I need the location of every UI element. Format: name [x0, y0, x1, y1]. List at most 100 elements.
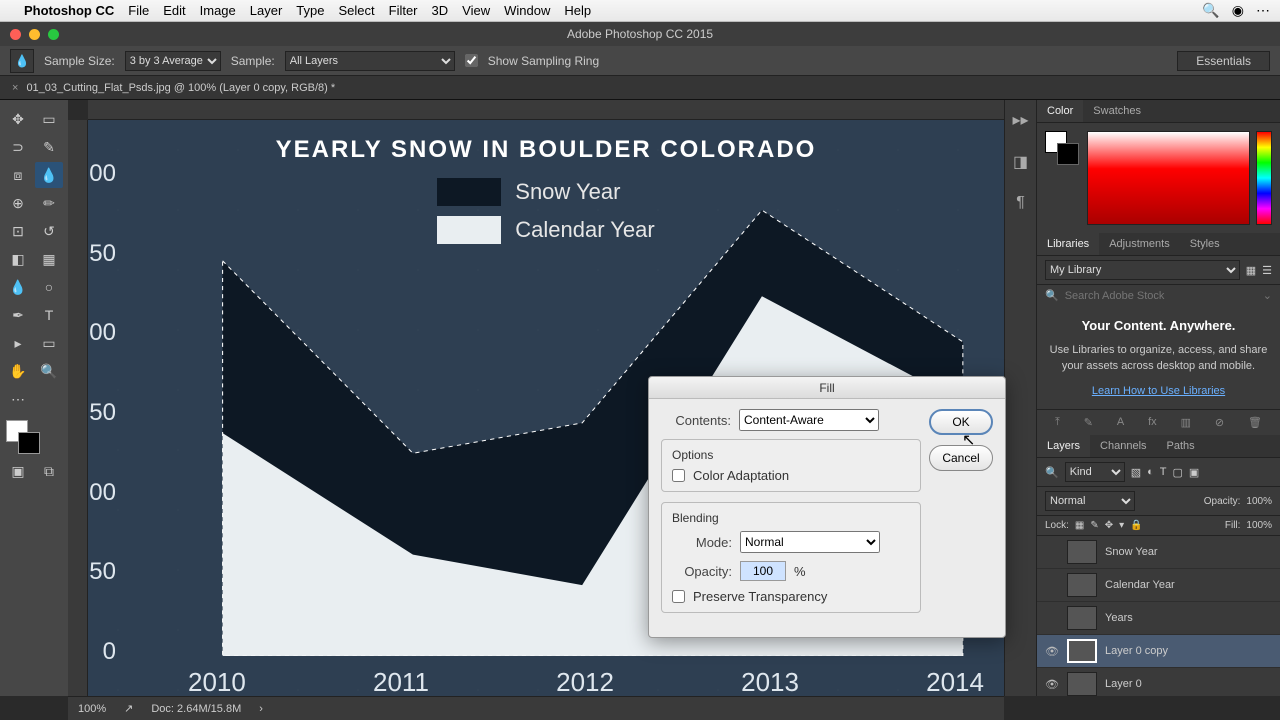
- layer-name[interactable]: Years: [1105, 612, 1272, 624]
- layer-name[interactable]: Snow Year: [1105, 546, 1272, 558]
- layer-name[interactable]: Layer 0 copy: [1105, 645, 1272, 657]
- filter-icon[interactable]: 🔍: [1045, 466, 1059, 479]
- history-panel-icon[interactable]: ▸▸: [1012, 110, 1028, 130]
- history-brush-tool-icon[interactable]: ↺: [35, 218, 63, 244]
- menu-select[interactable]: Select: [338, 3, 374, 18]
- library-search-input[interactable]: [1065, 290, 1257, 302]
- layer-row[interactable]: Calendar Year: [1037, 569, 1280, 602]
- document-tab[interactable]: 01_03_Cutting_Flat_Psds.jpg @ 100% (Laye…: [26, 82, 335, 94]
- ok-button[interactable]: OK: [929, 409, 993, 435]
- tab-layers[interactable]: Layers: [1037, 435, 1090, 457]
- current-tool-icon[interactable]: 💧: [10, 49, 34, 73]
- pen-tool-icon[interactable]: ✒: [4, 302, 32, 328]
- lib-link-icon[interactable]: ⊘: [1215, 416, 1224, 429]
- grid-view-icon[interactable]: ▦: [1246, 264, 1256, 277]
- menu-extra-icon[interactable]: ⋯: [1256, 2, 1270, 19]
- marquee-tool-icon[interactable]: ▭: [35, 106, 63, 132]
- cancel-button[interactable]: Cancel: [929, 445, 993, 471]
- color-picker-area[interactable]: [1087, 131, 1250, 225]
- path-select-tool-icon[interactable]: ▸: [4, 330, 32, 356]
- lock-nest-icon[interactable]: ▾: [1119, 520, 1124, 531]
- move-tool-icon[interactable]: ✥: [4, 106, 32, 132]
- dodge-tool-icon[interactable]: ○: [35, 274, 63, 300]
- type-tool-icon[interactable]: T: [35, 302, 63, 328]
- stamp-tool-icon[interactable]: ⊡: [4, 218, 32, 244]
- tab-swatches[interactable]: Swatches: [1083, 100, 1151, 122]
- blur-tool-icon[interactable]: 💧: [4, 274, 32, 300]
- layer-name[interactable]: Calendar Year: [1105, 579, 1272, 591]
- lib-trash-icon[interactable]: 🗑: [1248, 416, 1262, 429]
- visibility-icon[interactable]: 👁: [1045, 645, 1059, 658]
- tab-channels[interactable]: Channels: [1090, 435, 1156, 457]
- properties-panel-icon[interactable]: ◨: [1013, 152, 1028, 172]
- blend-mode-select[interactable]: Normal: [1045, 491, 1135, 511]
- more-tools-icon[interactable]: ⋯: [4, 386, 32, 412]
- color-adaptation-checkbox[interactable]: [672, 469, 685, 482]
- lock-trans-icon[interactable]: ▦: [1075, 520, 1084, 531]
- filter-pixel-icon[interactable]: ▧: [1131, 466, 1141, 479]
- library-search[interactable]: 🔍 ⌄: [1037, 285, 1280, 306]
- app-name[interactable]: Photoshop CC: [24, 3, 114, 18]
- filter-shape-icon[interactable]: ▢: [1173, 466, 1183, 479]
- export-icon[interactable]: ↗: [124, 702, 133, 715]
- layer-opacity-value[interactable]: 100%: [1246, 496, 1272, 507]
- workspace-switcher[interactable]: Essentials: [1177, 51, 1270, 71]
- libraries-learn-link[interactable]: Learn How to Use Libraries: [1092, 385, 1225, 397]
- quick-mask-icon[interactable]: ▣: [4, 458, 32, 484]
- layer-filter-kind[interactable]: Kind: [1065, 462, 1125, 482]
- tab-paths[interactable]: Paths: [1157, 435, 1205, 457]
- chevron-down-icon[interactable]: ⌄: [1263, 289, 1272, 302]
- color-swatches[interactable]: [4, 420, 64, 456]
- quick-select-tool-icon[interactable]: ✎: [35, 134, 63, 160]
- menu-file[interactable]: File: [128, 3, 149, 18]
- preserve-transparency-checkbox[interactable]: [672, 590, 685, 603]
- zoom-tool-icon[interactable]: 🔍: [35, 358, 63, 384]
- zoom-level[interactable]: 100%: [78, 703, 106, 715]
- mode-select[interactable]: Normal: [740, 531, 880, 553]
- menu-window[interactable]: Window: [504, 3, 550, 18]
- eraser-tool-icon[interactable]: ◧: [4, 246, 32, 272]
- menu-edit[interactable]: Edit: [163, 3, 185, 18]
- lib-char-icon[interactable]: A: [1117, 416, 1124, 429]
- background-color[interactable]: [18, 432, 40, 454]
- dialog-title[interactable]: Fill: [649, 377, 1005, 399]
- lock-move-icon[interactable]: ✥: [1105, 520, 1113, 531]
- healing-tool-icon[interactable]: ⊕: [4, 190, 32, 216]
- menu-3d[interactable]: 3D: [432, 3, 449, 18]
- filter-type-icon[interactable]: T: [1160, 466, 1167, 478]
- tab-libraries[interactable]: Libraries: [1037, 233, 1099, 255]
- library-select[interactable]: My Library: [1045, 260, 1240, 280]
- ruler-horizontal[interactable]: [88, 100, 1004, 120]
- doc-info[interactable]: Doc: 2.64M/15.8M: [151, 703, 241, 715]
- eyedropper-tool-icon[interactable]: 💧: [35, 162, 63, 188]
- character-panel-icon[interactable]: ¶: [1016, 194, 1025, 212]
- contents-select[interactable]: Content-Aware: [739, 409, 879, 431]
- brush-tool-icon[interactable]: ✏: [35, 190, 63, 216]
- menu-layer[interactable]: Layer: [250, 3, 283, 18]
- shape-tool-icon[interactable]: ▭: [35, 330, 63, 356]
- crop-tool-icon[interactable]: ⧈: [4, 162, 32, 188]
- search-icon[interactable]: 🔍: [1202, 2, 1219, 19]
- show-sampling-checkbox[interactable]: [465, 54, 478, 67]
- maximize-window-icon[interactable]: [48, 29, 59, 40]
- lasso-tool-icon[interactable]: ⊃: [4, 134, 32, 160]
- gradient-tool-icon[interactable]: ▦: [35, 246, 63, 272]
- menu-view[interactable]: View: [462, 3, 490, 18]
- layer-fill-value[interactable]: 100%: [1246, 520, 1272, 531]
- lib-add-icon[interactable]: ⤒: [1055, 416, 1060, 429]
- sample-size-select[interactable]: 3 by 3 Average: [125, 51, 221, 71]
- lib-fill-icon[interactable]: ▥: [1181, 416, 1191, 429]
- tab-color[interactable]: Color: [1037, 100, 1083, 122]
- sample-select[interactable]: All Layers: [285, 51, 455, 71]
- hue-slider[interactable]: [1256, 131, 1272, 225]
- layer-row[interactable]: Years: [1037, 602, 1280, 635]
- lock-all-icon[interactable]: 🔒: [1130, 520, 1142, 531]
- lib-brush-icon[interactable]: ✎: [1084, 416, 1093, 429]
- hand-tool-icon[interactable]: ✋: [4, 358, 32, 384]
- color-fg-bg[interactable]: [1045, 131, 1081, 167]
- filter-smart-icon[interactable]: ▣: [1189, 466, 1199, 479]
- lock-paint-icon[interactable]: ✎: [1090, 520, 1098, 531]
- menu-help[interactable]: Help: [564, 3, 591, 18]
- lib-fx-icon[interactable]: fx: [1148, 416, 1157, 429]
- layer-name[interactable]: Layer 0: [1105, 678, 1272, 690]
